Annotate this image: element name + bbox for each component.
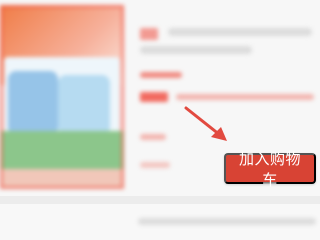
add-to-cart-button[interactable]: 加入购物车 [224, 150, 316, 189]
product-tag-badge [140, 28, 158, 40]
product-title-line-2 [140, 46, 252, 54]
product-sales-label [140, 134, 166, 140]
product-card[interactable]: 加入购物车 [0, 0, 320, 196]
product-image-frame [0, 5, 124, 189]
arrow-down-right-icon [184, 106, 227, 141]
product-image[interactable] [0, 5, 124, 189]
product-list-screen: 加入购物车 [0, 0, 320, 240]
product-promo-tag [140, 72, 182, 78]
product-meta-label [140, 162, 170, 168]
next-product-title-line [138, 218, 316, 225]
product-price-bar [176, 94, 314, 100]
product-title-line-1 [168, 28, 312, 36]
next-product-card[interactable] [0, 204, 320, 240]
card-divider [0, 196, 320, 204]
product-price [140, 92, 168, 102]
